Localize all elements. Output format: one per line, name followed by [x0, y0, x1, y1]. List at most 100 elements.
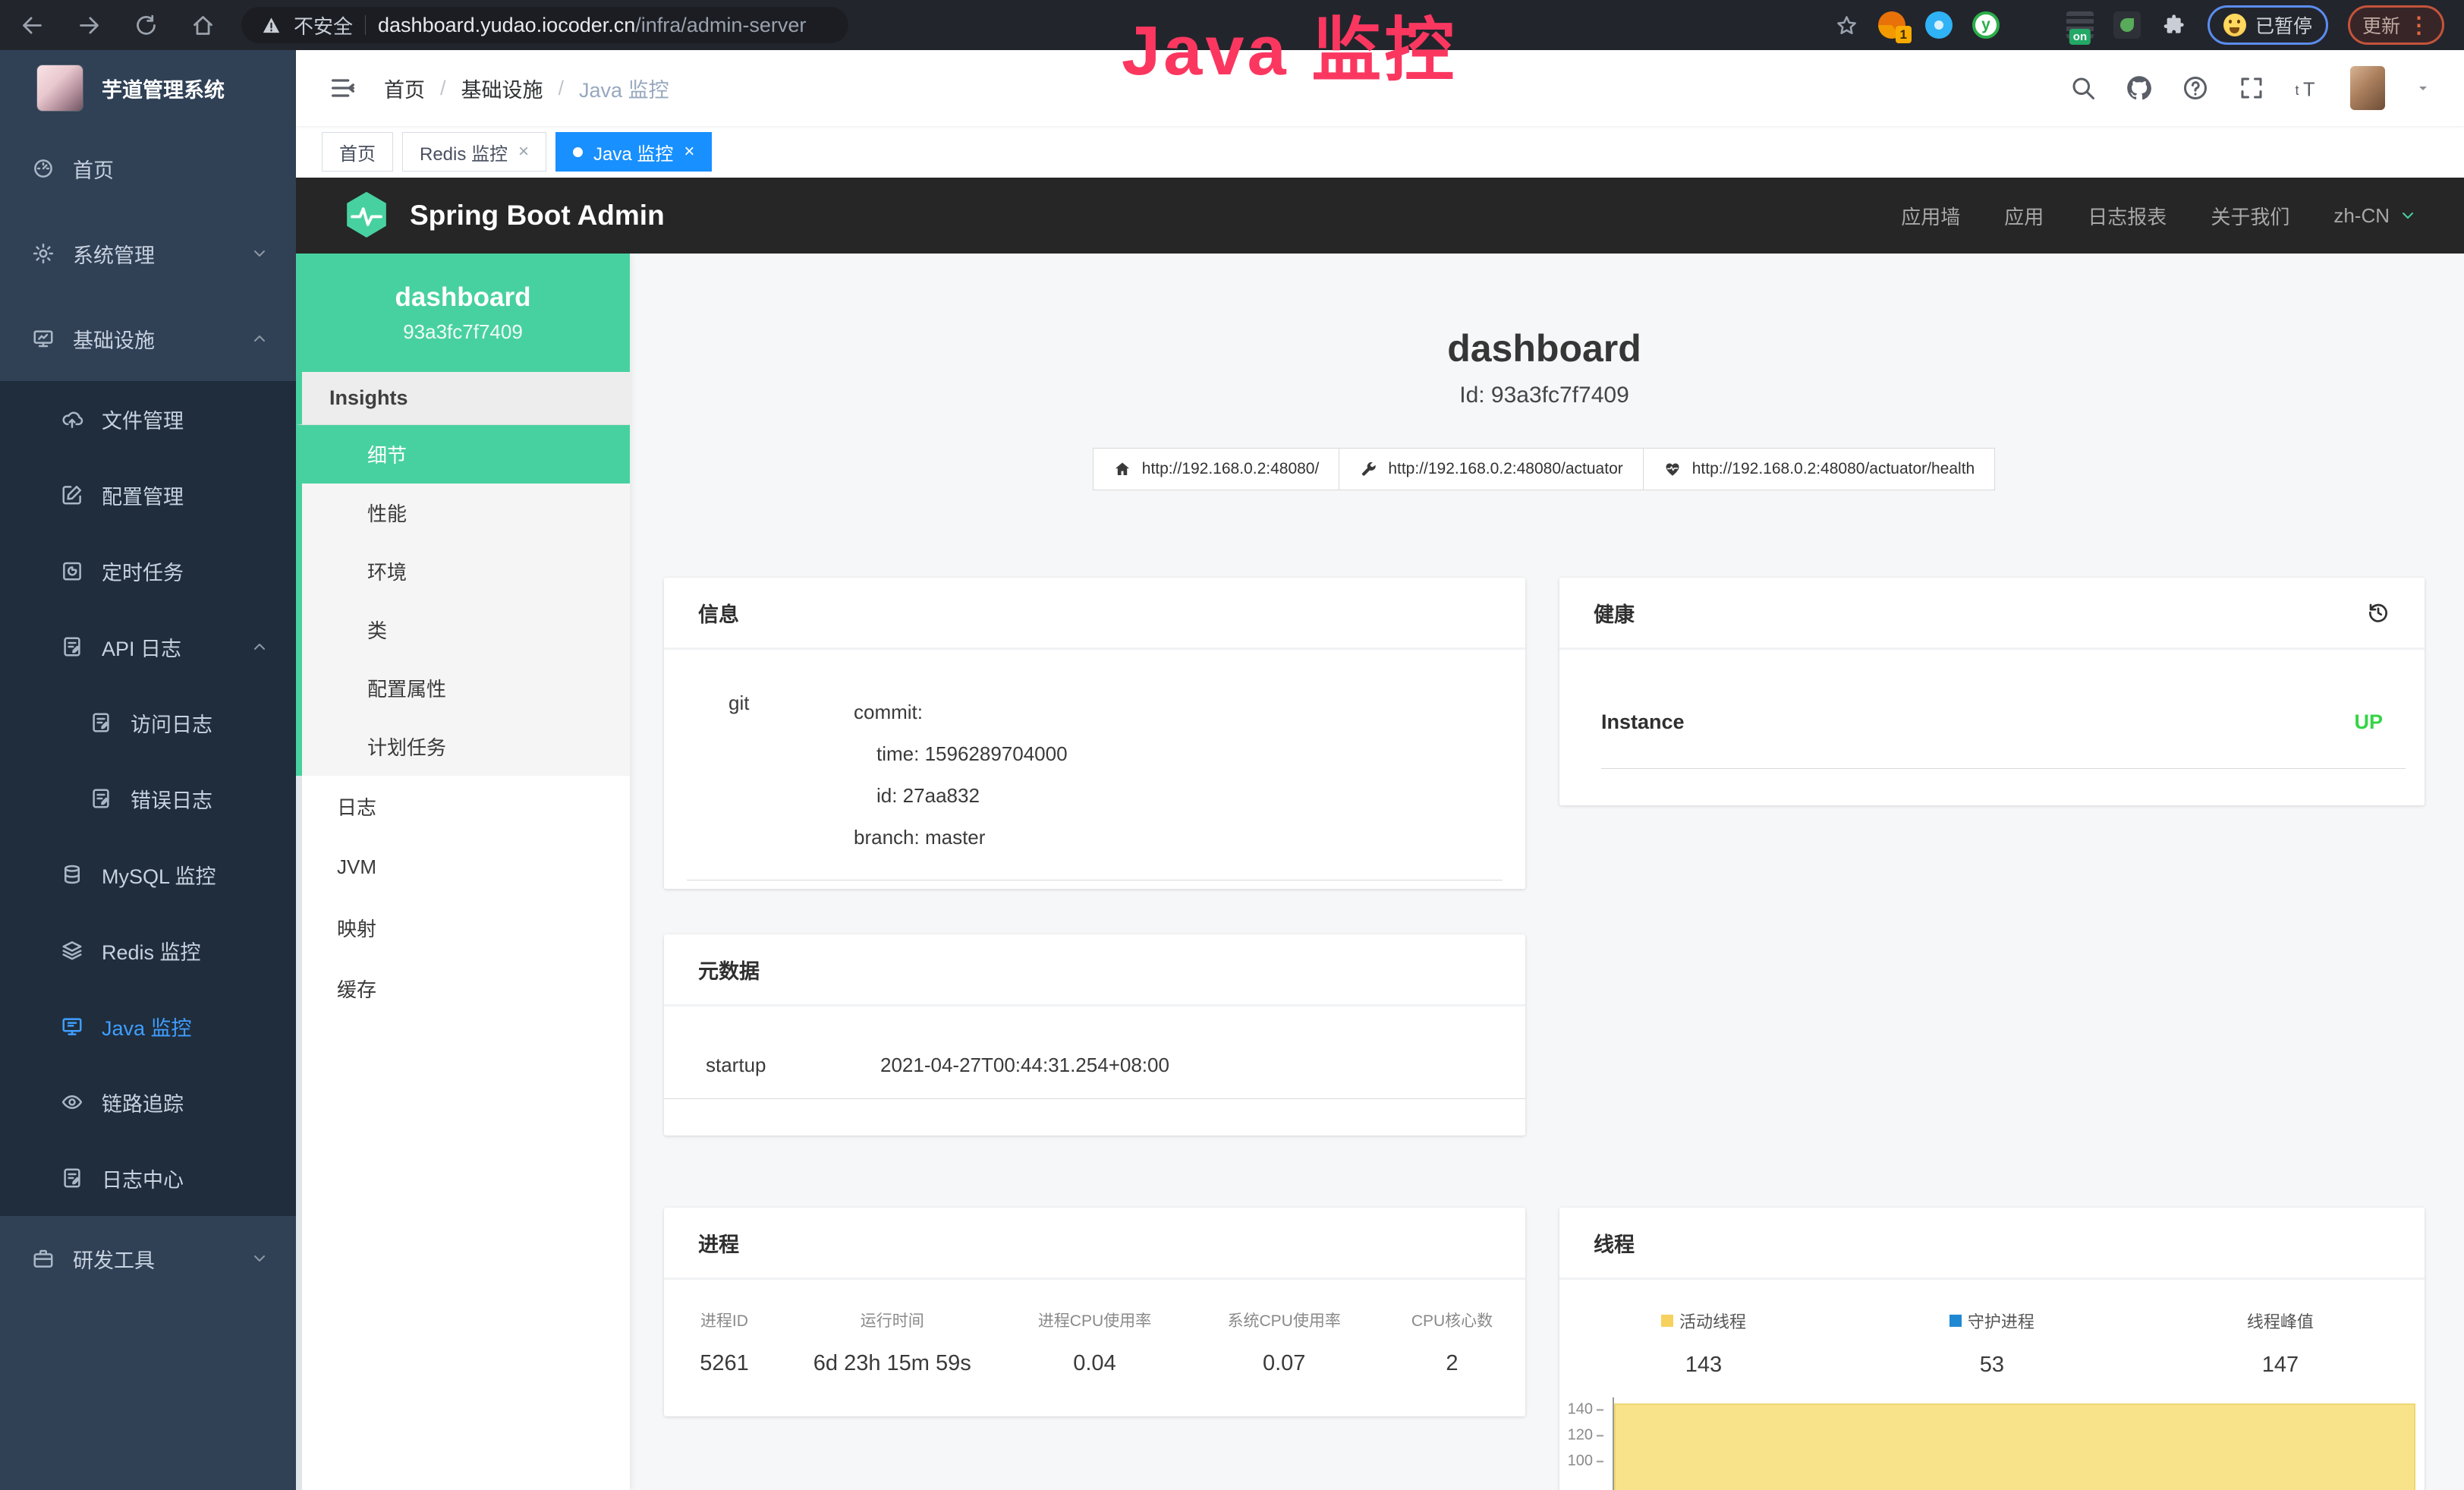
- sidebar-item[interactable]: 链路追踪: [0, 1064, 296, 1140]
- back-icon[interactable]: [20, 13, 45, 38]
- help-icon[interactable]: [2182, 74, 2209, 102]
- tab[interactable]: 首页: [322, 132, 393, 172]
- process-stat: 进程ID5261: [664, 1309, 785, 1376]
- reload-icon[interactable]: [134, 13, 159, 38]
- browser-toolbar: 不安全 dashboard.yudao.iocoder.cn/infra/adm…: [0, 0, 2464, 50]
- stat-value: 0.07: [1189, 1351, 1379, 1376]
- log-icon: [61, 635, 83, 658]
- forward-icon[interactable]: [77, 13, 102, 38]
- chart-y-tick-label: 120: [1559, 1427, 1603, 1444]
- legend-label: 守护进程: [1848, 1309, 2136, 1333]
- insight-item[interactable]: 配置属性: [296, 659, 630, 717]
- extension-orange-icon[interactable]: 1: [1878, 11, 1905, 39]
- sba-nav-link[interactable]: 应用墙: [1901, 202, 1960, 230]
- sidebar-item[interactable]: API 日志: [0, 609, 296, 685]
- sba-title: Spring Boot Admin: [410, 200, 665, 232]
- sba-header: Spring Boot Admin 应用墙 应用 日志报表 关于我们 zh-CN: [296, 178, 2464, 254]
- fullscreen-icon[interactable]: [2238, 74, 2265, 102]
- info-value-line: id: 27aa832: [854, 775, 1068, 817]
- health-key: Instance: [1601, 710, 1685, 734]
- sba-nav-link[interactable]: 日志报表: [2088, 202, 2167, 230]
- stat-value: 6d 23h 15m 59s: [785, 1351, 1000, 1376]
- sidebar-item[interactable]: Java 监控: [0, 988, 296, 1064]
- hamburger-icon[interactable]: [328, 73, 358, 103]
- sba-sidebar-item[interactable]: JVM: [296, 836, 630, 897]
- app-logo-row[interactable]: 芋道管理系统: [0, 50, 296, 126]
- legend-text: 守护进程: [1968, 1309, 2034, 1333]
- sidebar-item-label: 链路追踪: [102, 1088, 184, 1117]
- sba-sidebar-item[interactable]: 日志: [296, 776, 630, 836]
- font-size-icon[interactable]: tT: [2294, 74, 2321, 102]
- legend-value: 143: [1559, 1353, 1848, 1378]
- github-icon[interactable]: [2126, 74, 2153, 102]
- gear-icon: [32, 242, 55, 265]
- extension-on-icon[interactable]: on: [2066, 11, 2094, 39]
- instance-name: dashboard: [395, 282, 531, 313]
- app-title: 芋道管理系统: [102, 74, 225, 103]
- user-avatar[interactable]: [2350, 66, 2385, 110]
- insight-item[interactable]: 性能: [296, 484, 630, 542]
- sidebar-item[interactable]: 首页: [0, 126, 296, 211]
- chevron-down-icon: [250, 1249, 269, 1268]
- address-bar[interactable]: 不安全 dashboard.yudao.iocoder.cn/infra/adm…: [241, 7, 848, 43]
- locale-selector[interactable]: zh-CN: [2333, 204, 2417, 228]
- insight-item[interactable]: 类: [296, 600, 630, 659]
- instance-link-button[interactable]: http://192.168.0.2:48080/actuator/health: [1643, 448, 1995, 490]
- sba-sidebar-item[interactable]: 映射: [296, 897, 630, 958]
- sidebar-item[interactable]: 定时任务: [0, 533, 296, 609]
- instance-link-button[interactable]: http://192.168.0.2:48080/: [1093, 448, 1340, 490]
- instance-title: dashboard: [664, 326, 2425, 370]
- breadcrumb-item[interactable]: 首页: [384, 74, 425, 103]
- sidebar-item[interactable]: 配置管理: [0, 457, 296, 533]
- profile-paused-chip[interactable]: 已暂停: [2208, 5, 2328, 45]
- sba-sidebar-item[interactable]: 缓存: [296, 958, 630, 1019]
- history-icon[interactable]: [2366, 600, 2390, 625]
- cloud-upload-icon: [61, 408, 83, 430]
- instance-header[interactable]: dashboard 93a3fc7f7409: [296, 254, 630, 372]
- insight-item[interactable]: 细节: [296, 425, 630, 484]
- sba-nav-link[interactable]: 关于我们: [2211, 202, 2289, 230]
- browser-extensions-area: 1 y on 已暂停 更新⋮: [1835, 5, 2444, 45]
- url-text[interactable]: dashboard.yudao.iocoder.cn/infra/admin-s…: [378, 14, 806, 37]
- breadcrumb-item: Java 监控: [579, 74, 669, 103]
- bookmark-star-icon[interactable]: [1835, 14, 1858, 37]
- extension-pin-icon[interactable]: [1925, 11, 1953, 39]
- warning-icon: [261, 15, 282, 36]
- sidebar-item-label: Java 监控: [102, 1012, 192, 1041]
- legend-value: 53: [1848, 1353, 2136, 1378]
- tab[interactable]: Redis 监控×: [402, 132, 546, 172]
- tab-close-icon[interactable]: ×: [518, 141, 529, 162]
- sidebar-item[interactable]: 错误日志: [0, 761, 296, 836]
- instance-link-button[interactable]: http://192.168.0.2:48080/actuator: [1339, 448, 1643, 490]
- extension-y-icon[interactable]: y: [1972, 11, 2000, 39]
- tab-close-icon[interactable]: ×: [684, 141, 694, 162]
- sidebar-item[interactable]: 访问日志: [0, 685, 296, 761]
- search-icon[interactable]: [2069, 74, 2097, 102]
- security-label[interactable]: 不安全: [294, 11, 353, 39]
- app-sidebar-menu: 首页系统管理基础设施文件管理配置管理定时任务API 日志访问日志错误日志MySQ…: [0, 126, 296, 1301]
- update-button[interactable]: 更新⋮: [2348, 5, 2444, 45]
- extension-leaf-icon[interactable]: [2113, 11, 2141, 39]
- extensions-puzzle-icon[interactable]: [2160, 11, 2188, 39]
- insight-item[interactable]: 计划任务: [296, 717, 630, 776]
- sba-nav-link[interactable]: 应用: [2004, 202, 2044, 230]
- sidebar-item-label: 首页: [73, 154, 114, 184]
- log-center-icon: [61, 1167, 83, 1189]
- threads-card-title: 线程: [1594, 1228, 1635, 1258]
- home-icon[interactable]: [190, 13, 216, 38]
- sidebar-item[interactable]: 基础设施: [0, 296, 296, 381]
- sidebar-item[interactable]: Redis 监控: [0, 912, 296, 988]
- sba-brand[interactable]: Spring Boot Admin: [343, 191, 665, 241]
- sidebar-item[interactable]: MySQL 监控: [0, 836, 296, 912]
- sidebar-item[interactable]: 系统管理: [0, 211, 296, 296]
- sidebar-item[interactable]: 研发工具: [0, 1216, 296, 1301]
- browser-menu-icon[interactable]: ⋮: [2408, 12, 2430, 39]
- breadcrumb-item[interactable]: 基础设施: [461, 74, 543, 103]
- sidebar-item[interactable]: 日志中心: [0, 1140, 296, 1216]
- sidebar-item[interactable]: 文件管理: [0, 381, 296, 457]
- insight-item[interactable]: 环境: [296, 542, 630, 600]
- extension-grid-icon[interactable]: [2019, 11, 2047, 39]
- avatar-caret-icon[interactable]: [2414, 79, 2432, 97]
- tab[interactable]: Java 监控×: [555, 132, 712, 172]
- gauge-icon: [32, 157, 55, 180]
